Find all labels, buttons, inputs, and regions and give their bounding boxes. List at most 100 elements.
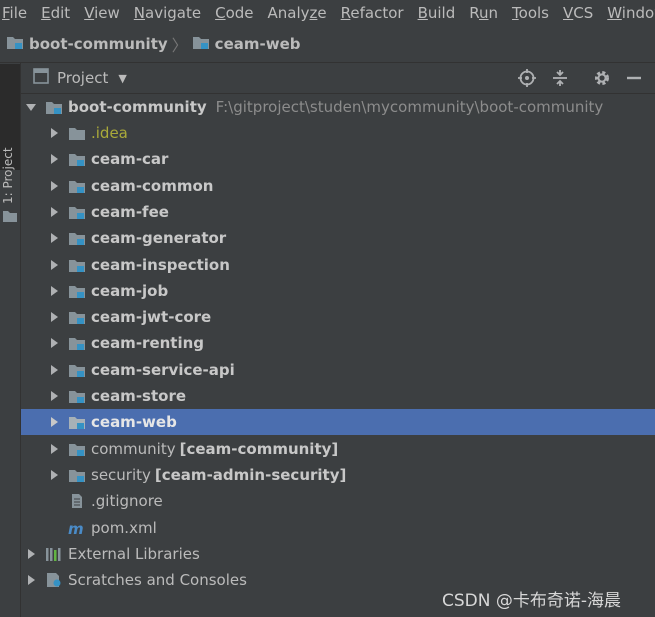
locate-icon[interactable]: [517, 68, 537, 88]
collapsed-arrow-icon[interactable]: [48, 443, 60, 455]
module-folder-icon: [68, 362, 86, 378]
menu-vcs[interactable]: VCS: [556, 0, 600, 26]
breadcrumb-item-boot-community[interactable]: boot-community: [0, 34, 168, 54]
menu-refactor[interactable]: Refactor: [334, 0, 411, 26]
tree-label: ceam-jwt-core: [91, 308, 212, 327]
menu-code[interactable]: Code: [208, 0, 260, 26]
expanded-arrow-icon[interactable]: [25, 101, 37, 113]
collapsed-arrow-icon[interactable]: [48, 364, 60, 376]
tree-label: ceam-service-api: [91, 360, 235, 379]
module-name: [ceam-community]: [179, 439, 339, 458]
collapsed-arrow-icon[interactable]: [48, 259, 60, 271]
collapsed-arrow-icon[interactable]: [48, 311, 60, 323]
breadcrumb-separator: 〉: [171, 36, 188, 55]
module-folder-icon: [68, 388, 86, 404]
watermark: CSDN @卡布奇诺-海晨: [442, 591, 622, 611]
tree-label: .idea: [91, 124, 128, 142]
tree-row-external-libraries[interactable]: External Libraries: [21, 541, 655, 567]
module-folder-icon: [192, 34, 210, 54]
collapse-all-icon[interactable]: [550, 68, 570, 88]
collapsed-arrow-icon[interactable]: [48, 153, 60, 165]
project-path: F:\gitproject\studen\mycommunity\boot-co…: [215, 98, 604, 116]
module-name: [ceam-admin-security]: [154, 465, 347, 484]
menu-tools[interactable]: Tools: [505, 0, 556, 26]
collapsed-arrow-icon[interactable]: [25, 574, 37, 586]
gear-icon[interactable]: [592, 68, 612, 88]
tree-row-ceam-common[interactable]: ceam-common: [21, 173, 655, 199]
collapsed-arrow-icon[interactable]: [48, 285, 60, 297]
tree-row-pom-xml[interactable]: m pom.xml: [21, 515, 655, 541]
tree-label: ceam-common: [91, 176, 214, 195]
tree-label: External Libraries: [68, 544, 200, 563]
tree-row-ceam-fee[interactable]: ceam-fee: [21, 199, 655, 225]
tree-row-ceam-web[interactable]: ceam-web: [21, 409, 655, 436]
breadcrumb-item-ceam-web[interactable]: ceam-web: [192, 34, 300, 54]
module-folder-icon: [68, 283, 86, 299]
menu-run[interactable]: Run: [462, 0, 505, 26]
module-folder-icon: [68, 204, 86, 220]
menu-window[interactable]: Window: [600, 0, 655, 26]
breadcrumb: boot-community 〉 ceam-web: [0, 26, 655, 63]
svg-text:m: m: [68, 520, 84, 536]
chevron-down-icon: ▼: [118, 71, 127, 85]
tree-row-ceam-car[interactable]: ceam-car: [21, 146, 655, 172]
menu-analyze[interactable]: Analyze: [261, 0, 334, 26]
tree-label: ceam-renting: [91, 334, 205, 353]
menu-file[interactable]: File: [0, 0, 34, 26]
collapsed-arrow-icon[interactable]: [25, 548, 37, 560]
tree-label: security: [91, 465, 151, 484]
menu-view[interactable]: View: [77, 0, 127, 26]
collapsed-arrow-icon[interactable]: [48, 232, 60, 244]
tree-label: ceam-fee: [91, 202, 169, 221]
module-folder-icon: [68, 230, 86, 246]
tree-label: ceam-generator: [91, 229, 227, 248]
collapsed-arrow-icon[interactable]: [48, 416, 60, 428]
project-tree: boot-community F:\gitproject\studen\myco…: [21, 94, 655, 617]
collapsed-arrow-icon[interactable]: [48, 127, 60, 139]
collapsed-arrow-icon[interactable]: [48, 469, 60, 481]
tree-label: pom.xml: [91, 518, 157, 537]
folder-icon: [68, 125, 86, 141]
tree-row-ceam-jwt-core[interactable]: ceam-jwt-core: [21, 304, 655, 330]
project-tab-label: 1: Project: [1, 147, 15, 204]
tree-row-gitignore[interactable]: .gitignore: [21, 488, 655, 514]
collapsed-arrow-icon[interactable]: [48, 390, 60, 402]
tree-row-ceam-job[interactable]: ceam-job: [21, 278, 655, 304]
tree-label: ceam-job: [91, 281, 169, 300]
tree-label: boot-community: [68, 98, 207, 116]
tree-row-ceam-store[interactable]: ceam-store: [21, 383, 655, 409]
scratches-icon: [45, 572, 63, 588]
folder-icon: [2, 208, 18, 227]
tree-row-ceam-generator[interactable]: ceam-generator: [21, 225, 655, 251]
project-view-selector[interactable]: Project ▼: [33, 67, 127, 89]
project-panel-header: Project ▼: [21, 63, 655, 94]
minimize-icon[interactable]: [624, 68, 644, 88]
tree-row-idea[interactable]: .idea: [21, 120, 655, 146]
menu-build[interactable]: Build: [411, 0, 463, 26]
tree-row-ceam-inspection[interactable]: ceam-inspection: [21, 252, 655, 278]
tree-row-community[interactable]: community [ceam-community]: [21, 436, 655, 462]
collapsed-arrow-icon[interactable]: [48, 337, 60, 349]
module-folder-icon: [68, 257, 86, 273]
tree-row-ceam-service-api[interactable]: ceam-service-api: [21, 357, 655, 383]
tree-label: .gitignore: [91, 492, 163, 511]
tree-row-ceam-renting[interactable]: ceam-renting: [21, 330, 655, 356]
text-file-icon: [68, 493, 86, 509]
tree-label: ceam-store: [91, 387, 187, 405]
tree-label: Scratches and Consoles: [68, 571, 247, 590]
project-tool-window-tab[interactable]: 1: Project: [0, 64, 20, 222]
collapsed-arrow-icon[interactable]: [48, 206, 60, 218]
menu-bar: File Edit View Navigate Code Analyze Ref…: [0, 0, 655, 26]
collapsed-arrow-icon[interactable]: [48, 180, 60, 192]
module-folder-icon: [68, 467, 86, 483]
tree-row-security[interactable]: security [ceam-admin-security]: [21, 462, 655, 488]
tree-row-root[interactable]: boot-community F:\gitproject\studen\myco…: [21, 94, 655, 120]
library-icon: [45, 546, 63, 562]
module-folder-icon: [68, 414, 86, 430]
module-folder-icon: [68, 335, 86, 351]
module-folder-icon: [68, 151, 86, 167]
tree-label: ceam-inspection: [91, 255, 230, 274]
tree-label: ceam-web: [91, 413, 177, 432]
menu-edit[interactable]: Edit: [34, 0, 77, 26]
menu-navigate[interactable]: Navigate: [127, 0, 208, 26]
